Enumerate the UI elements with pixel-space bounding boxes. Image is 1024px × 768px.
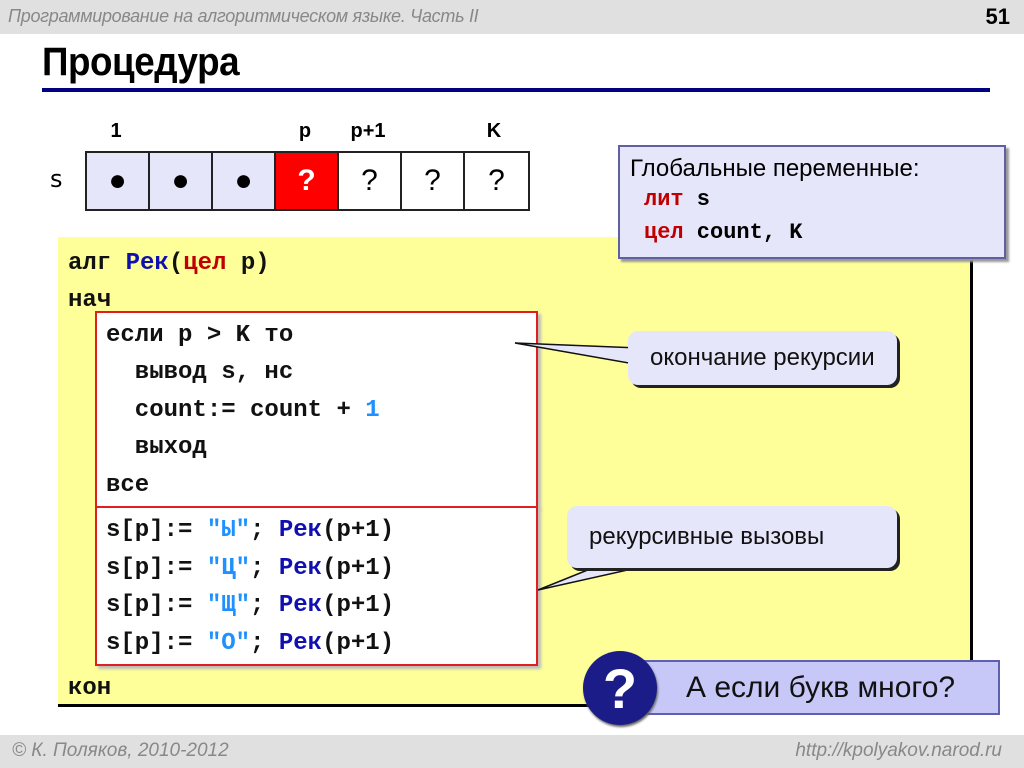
callout-recursive-calls: рекурсивные вызовы <box>567 506 897 568</box>
callout-recursion-end: окончание рекурсии <box>628 331 897 385</box>
question-banner: А если букв много? <box>640 660 1000 715</box>
callout-tail-recursion-end <box>514 342 641 366</box>
callout-tail-recursive-calls <box>537 564 651 591</box>
question-icon: ? <box>583 651 657 725</box>
